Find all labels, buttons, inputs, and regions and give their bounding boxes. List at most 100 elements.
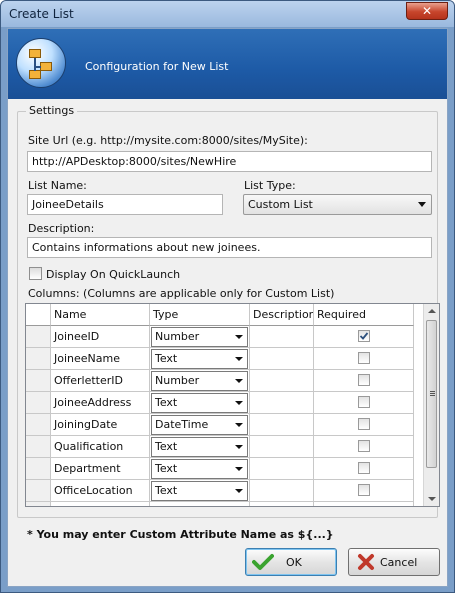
- column-required-cell: [314, 414, 414, 436]
- cancel-button[interactable]: Cancel: [348, 548, 440, 576]
- column-type-select[interactable]: Text: [151, 481, 248, 501]
- row-header-cell[interactable]: [26, 370, 51, 392]
- columns-grid[interactable]: Name Type Description Required JoineeID N…: [25, 303, 440, 507]
- row-header-corner: [26, 304, 51, 326]
- column-type-value: Number: [155, 330, 200, 343]
- column-type-cell[interactable]: DateTime: [150, 414, 250, 436]
- required-checkbox[interactable]: [358, 440, 370, 452]
- title-bar[interactable]: Create List ✕: [1, 1, 454, 27]
- site-url-input[interactable]: http://APDesktop:8000/sites/NewHire: [27, 151, 432, 172]
- column-type-value: Text: [155, 396, 178, 409]
- quicklaunch-checkbox[interactable]: [29, 267, 42, 280]
- list-type-value: Custom List: [248, 198, 313, 211]
- column-name-cell[interactable]: JoineeID: [51, 326, 150, 348]
- column-description-cell[interactable]: [250, 348, 314, 370]
- column-description-cell[interactable]: [250, 458, 314, 480]
- row-header-cell[interactable]: [26, 326, 51, 348]
- column-type-select[interactable]: Number: [151, 371, 248, 391]
- column-name-cell[interactable]: OfficeLocation: [51, 480, 150, 502]
- column-type-cell[interactable]: Text: [150, 480, 250, 502]
- required-checkbox[interactable]: [358, 484, 370, 496]
- column-type-cell[interactable]: Text: [150, 436, 250, 458]
- column-description-cell[interactable]: [250, 370, 314, 392]
- column-name-cell[interactable]: Department: [51, 458, 150, 480]
- row-header-cell[interactable]: [26, 348, 51, 370]
- dialog-header: Configuration for New List: [8, 29, 447, 99]
- column-type-select[interactable]: Text: [151, 437, 248, 457]
- column-description-cell[interactable]: [250, 502, 314, 506]
- column-type-cell[interactable]: Number: [150, 326, 250, 348]
- checkmark-icon: [252, 554, 274, 570]
- column-type-select[interactable]: Number: [151, 327, 248, 347]
- column-type-cell[interactable]: Number: [150, 370, 250, 392]
- row-header-cell[interactable]: [26, 392, 51, 414]
- grid-scrollbar[interactable]: [423, 304, 439, 506]
- chevron-down-icon: [235, 489, 243, 493]
- close-button[interactable]: ✕: [406, 2, 448, 20]
- list-type-select[interactable]: Custom List: [243, 194, 432, 215]
- column-type-cell[interactable]: Text: [150, 348, 250, 370]
- required-checkbox[interactable]: [358, 418, 370, 430]
- ok-button[interactable]: OK: [245, 548, 337, 576]
- column-name-cell[interactable]: OfferletterID: [51, 370, 150, 392]
- column-name-cell[interactable]: JoineeName: [51, 348, 150, 370]
- column-header-name[interactable]: Name: [51, 304, 150, 326]
- list-name-input[interactable]: JoineeDetails: [27, 194, 223, 215]
- required-checkbox[interactable]: [358, 352, 370, 364]
- column-description-cell[interactable]: [250, 326, 314, 348]
- column-type-cell[interactable]: [150, 502, 250, 506]
- column-type-select[interactable]: Text: [151, 459, 248, 479]
- column-description-cell[interactable]: [250, 392, 314, 414]
- required-checkbox[interactable]: [358, 462, 370, 474]
- chevron-down-icon: [235, 379, 243, 383]
- scroll-up-icon[interactable]: [428, 309, 436, 313]
- column-header-required[interactable]: Required: [314, 304, 414, 326]
- column-type-value: Text: [155, 462, 178, 475]
- column-header-description[interactable]: Description: [250, 304, 314, 326]
- required-checkbox[interactable]: [358, 330, 370, 342]
- check-icon: [359, 332, 369, 340]
- custom-attribute-note: * You may enter Custom Attribute Name as…: [27, 528, 334, 541]
- column-name-cell[interactable]: JoiningDate: [51, 414, 150, 436]
- description-input[interactable]: Contains informations about new joinees.: [27, 237, 432, 258]
- column-description-cell[interactable]: [250, 480, 314, 502]
- description-label: Description:: [28, 222, 95, 235]
- columns-label: Columns: (Columns are applicable only fo…: [28, 287, 335, 300]
- window-title: Create List: [9, 7, 74, 21]
- row-header-cell[interactable]: [26, 458, 51, 480]
- cancel-button-label: Cancel: [380, 556, 418, 569]
- column-type-cell[interactable]: Text: [150, 458, 250, 480]
- cancel-x-icon: [358, 554, 374, 570]
- list-name-label: List Name:: [28, 179, 87, 192]
- required-checkbox[interactable]: [358, 396, 370, 408]
- row-header-cell[interactable]: [26, 436, 51, 458]
- dialog-body: Configuration for New List Settings Site…: [7, 28, 448, 587]
- column-required-cell: [314, 392, 414, 414]
- column-type-select[interactable]: DateTime: [151, 415, 248, 435]
- row-header-cell[interactable]: [26, 480, 51, 502]
- required-checkbox[interactable]: [358, 374, 370, 386]
- column-required-cell: [314, 480, 414, 502]
- settings-group-label: Settings: [26, 104, 78, 117]
- column-type-value: Number: [155, 374, 200, 387]
- column-description-cell[interactable]: [250, 436, 314, 458]
- chevron-down-icon: [235, 335, 243, 339]
- column-name-cell[interactable]: Qualification: [51, 436, 150, 458]
- chevron-down-icon: [235, 467, 243, 471]
- row-header-cell[interactable]: [26, 502, 51, 506]
- column-type-select[interactable]: Text: [151, 393, 248, 413]
- chevron-down-icon: [235, 357, 243, 361]
- list-structure-icon: [16, 38, 66, 88]
- scroll-thumb[interactable]: [426, 320, 437, 468]
- column-header-type[interactable]: Type: [150, 304, 250, 326]
- column-required-cell: [314, 502, 414, 506]
- row-header-cell[interactable]: [26, 414, 51, 436]
- column-name-cell[interactable]: [51, 502, 150, 506]
- column-type-select[interactable]: Text: [151, 349, 248, 369]
- column-type-cell[interactable]: Text: [150, 392, 250, 414]
- column-name-cell[interactable]: JoineeAddress: [51, 392, 150, 414]
- column-type-value: Text: [155, 484, 178, 497]
- column-required-cell: [314, 348, 414, 370]
- column-description-cell[interactable]: [250, 414, 314, 436]
- scroll-down-icon[interactable]: [428, 497, 436, 501]
